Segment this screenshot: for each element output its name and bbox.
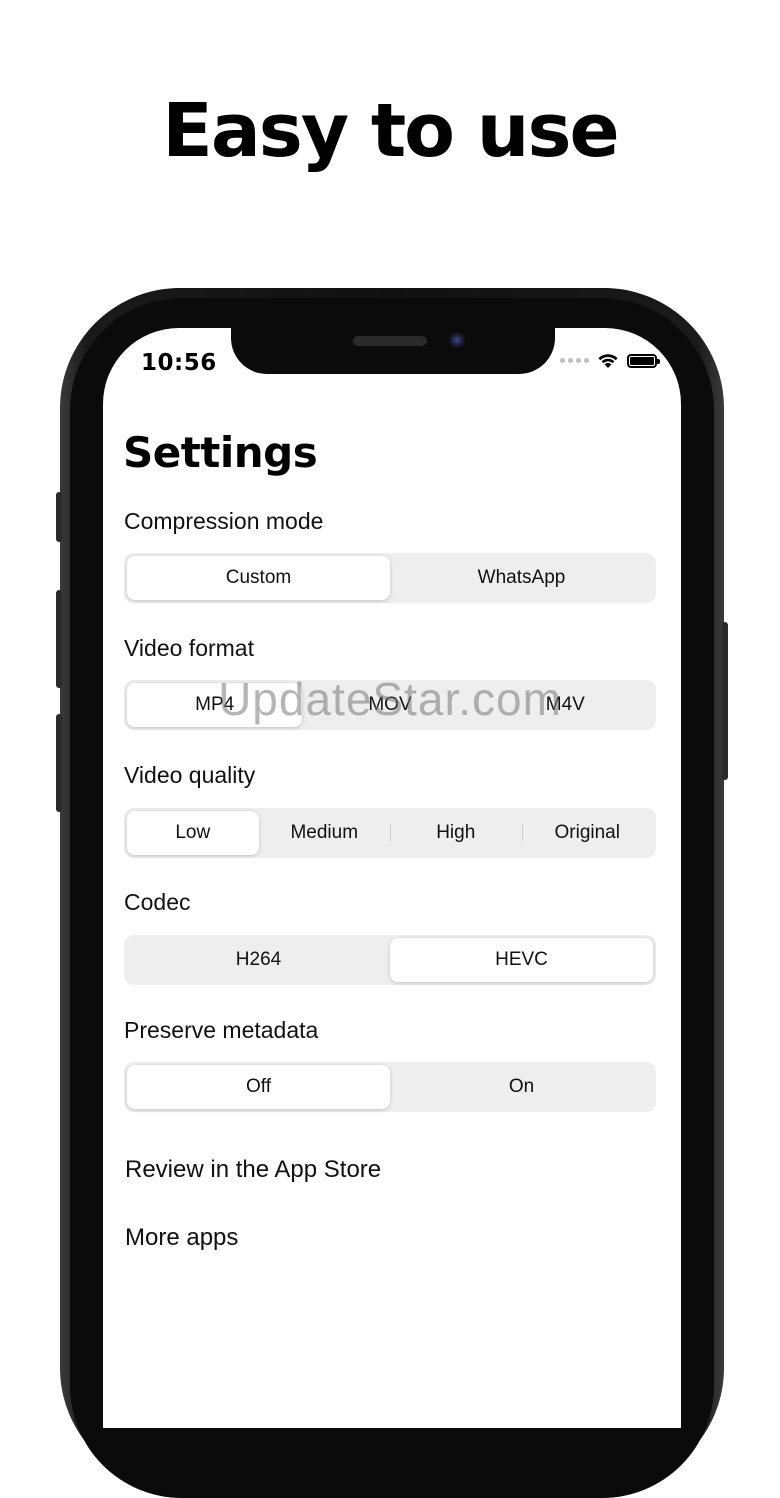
preserve-metadata-label: Preserve metadata (124, 1017, 319, 1043)
mute-switch (56, 492, 62, 542)
wifi-icon (598, 354, 618, 368)
headline: Easy to use (162, 88, 619, 174)
cellular-signal-icon (560, 358, 589, 363)
segment-on[interactable]: On (390, 1065, 653, 1109)
volume-down-button (56, 714, 62, 812)
battery-icon (627, 353, 660, 368)
video-format-label: Video format (124, 635, 254, 661)
preserve-metadata-control[interactable]: Off On (124, 1062, 656, 1112)
status-time: 10:56 (141, 350, 217, 376)
more-apps-link[interactable]: More apps (125, 1224, 238, 1252)
video-quality-control[interactable]: Low Medium High Original (124, 808, 656, 858)
segment-custom[interactable]: Custom (127, 556, 390, 600)
segment-low[interactable]: Low (127, 811, 259, 855)
segment-original[interactable]: Original (521, 811, 654, 855)
segment-medium[interactable]: Medium (259, 811, 391, 855)
segment-off[interactable]: Off (127, 1065, 390, 1109)
page-title: Settings (123, 428, 318, 477)
compression-mode-control[interactable]: Custom WhatsApp (124, 553, 656, 603)
front-camera-icon (449, 332, 465, 348)
review-app-store-link[interactable]: Review in the App Store (125, 1156, 381, 1184)
notch (231, 328, 555, 374)
compression-mode-label: Compression mode (124, 508, 324, 534)
segment-high[interactable]: High (390, 811, 522, 855)
phone-screen: 10:56 Settings Compression mode Custom W… (103, 328, 681, 1428)
codec-control[interactable]: H264 HEVC (124, 935, 656, 985)
watermark: UpdateStar.com (218, 673, 562, 725)
earpiece-speaker (353, 336, 427, 346)
codec-label: Codec (124, 889, 191, 915)
segment-hevc[interactable]: HEVC (390, 938, 653, 982)
segment-whatsapp[interactable]: WhatsApp (390, 556, 653, 600)
status-icons (560, 352, 660, 369)
segment-h264[interactable]: H264 (127, 938, 390, 982)
video-quality-label: Video quality (124, 762, 256, 788)
